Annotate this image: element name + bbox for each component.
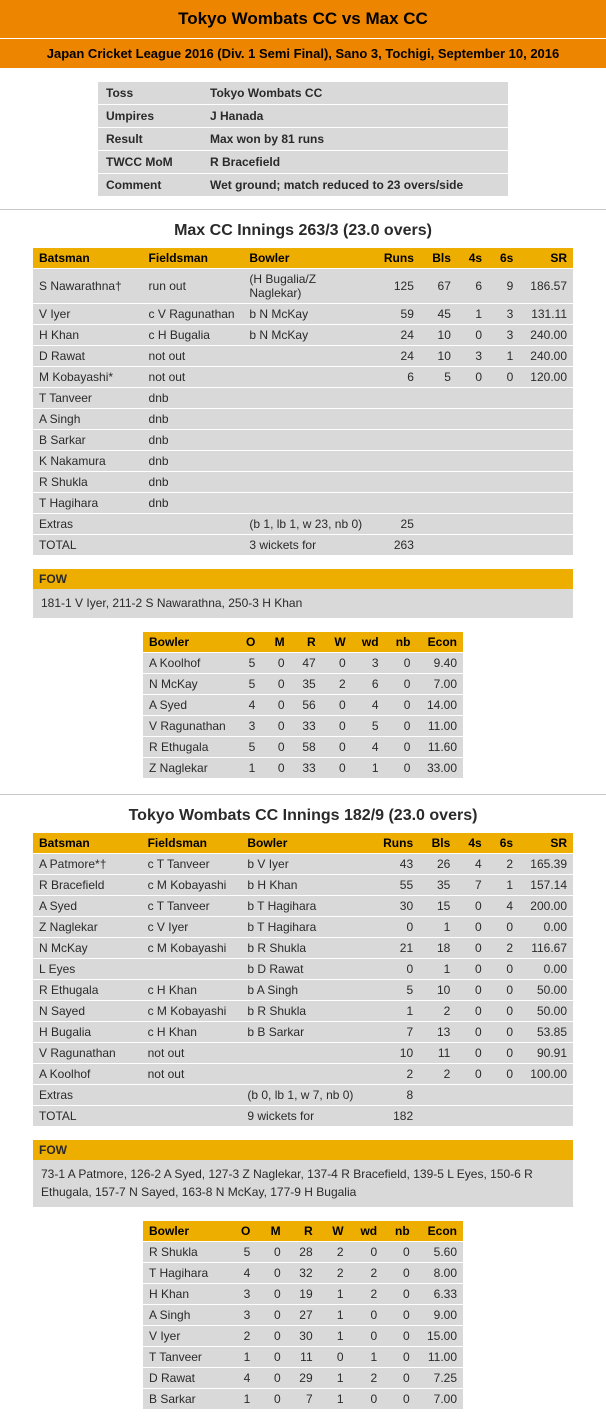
batting-row: K Nakamuradnb (33, 451, 573, 472)
batting-row: N Sayedc M Kobayashib R Shukla120050.00 (33, 1001, 573, 1022)
th-econ: Econ (416, 1221, 463, 1242)
th-sr: SR (519, 248, 573, 269)
th-batsman: Batsman (33, 248, 143, 269)
innings1-title: Max CC Innings 263/3 (23.0 overs) (0, 222, 606, 240)
th-bowler: Bowler (143, 1221, 226, 1242)
match-title: Tokyo Wombats CC vs Max CC (0, 0, 606, 39)
th-wd: wd (352, 632, 385, 653)
bowling-row: R Shukla50282005.60 (143, 1242, 463, 1263)
extras-row: Extras (b 1, lb 1, w 23, nb 0) 25 (33, 514, 573, 535)
info-result-label: Result (98, 128, 202, 151)
th-bowler: Bowler (143, 632, 232, 653)
fow-text: 73-1 A Patmore, 126-2 A Syed, 127-3 Z Na… (39, 1165, 567, 1201)
match-subtitle: Japan Cricket League 2016 (Div. 1 Semi F… (0, 39, 606, 68)
batting-row: A Syedc T Tanveerb T Hagihara301504200.0… (33, 896, 573, 917)
batting-row: A Koolhofnot out2200100.00 (33, 1064, 573, 1085)
bowling-row: D Rawat40291207.25 (143, 1368, 463, 1389)
th-6s: 6s (488, 248, 519, 269)
th-sr: SR (519, 833, 573, 854)
th-4s: 4s (456, 833, 487, 854)
info-toss-label: Toss (98, 82, 202, 105)
total-row: TOTAL 9 wickets for 182 (33, 1106, 573, 1127)
th-runs: Runs (373, 833, 419, 854)
batting-row: A Singhdnb (33, 409, 573, 430)
divider (0, 209, 606, 210)
th-m: M (261, 632, 290, 653)
bowling-row: A Syed405604014.00 (143, 695, 463, 716)
fow-label: FOW (33, 1140, 573, 1160)
batting-row: H Bugaliac H Khanb B Sarkar7130053.85 (33, 1022, 573, 1043)
batting-row: S Nawarathna†run out(H Bugalia/Z Nagleka… (33, 269, 573, 304)
batting-row: L Eyesb D Rawat01000.00 (33, 959, 573, 980)
batting-row: R Shukladnb (33, 472, 573, 493)
fow-text: 181-1 V Iyer, 211-2 S Nawarathna, 250-3 … (39, 594, 567, 612)
batting-row: T Hagiharadnb (33, 493, 573, 514)
bowling-row: V Iyer203010015.00 (143, 1326, 463, 1347)
bowling-row: A Singh30271009.00 (143, 1305, 463, 1326)
innings2-title: Tokyo Wombats CC Innings 182/9 (23.0 ove… (0, 807, 606, 825)
fow-label: FOW (33, 569, 573, 589)
th-m: M (256, 1221, 286, 1242)
info-result: Max won by 81 runs (202, 128, 508, 151)
batting-row: N McKayc M Kobayashib R Shukla211802116.… (33, 938, 573, 959)
th-o: O (226, 1221, 256, 1242)
th-wd: wd (350, 1221, 384, 1242)
batting-row: V Iyerc V Ragunathanb N McKay594513131.1… (33, 304, 573, 325)
th-econ: Econ (416, 632, 463, 653)
info-comment: Wet ground; match reduced to 23 overs/si… (202, 174, 508, 197)
th-6s: 6s (488, 833, 519, 854)
th-bowler: Bowler (241, 833, 373, 854)
bowling-row: N McKay50352607.00 (143, 674, 463, 695)
innings1-fow: FOW 181-1 V Iyer, 211-2 S Nawarathna, 25… (33, 569, 573, 618)
info-mom: R Bracefield (202, 151, 508, 174)
th-batsman: Batsman (33, 833, 142, 854)
th-bls: Bls (420, 248, 457, 269)
th-nb: nb (383, 1221, 416, 1242)
info-umpires-label: Umpires (98, 105, 202, 128)
batting-row: D Rawatnot out241031240.00 (33, 346, 573, 367)
innings2-batting-table: Batsman Fieldsman Bowler Runs Bls 4s 6s … (33, 833, 573, 1126)
info-mom-label: TWCC MoM (98, 151, 202, 174)
th-w: W (322, 632, 352, 653)
th-4s: 4s (457, 248, 488, 269)
info-toss: Tokyo Wombats CC (202, 82, 508, 105)
th-r: R (287, 1221, 319, 1242)
match-info-table: TossTokyo Wombats CC UmpiresJ Hanada Res… (98, 82, 508, 197)
batting-row: R Bracefieldc M Kobayashib H Khan5535711… (33, 875, 573, 896)
batting-row: T Tanveerdnb (33, 388, 573, 409)
th-runs: Runs (374, 248, 420, 269)
bowling-row: B Sarkar1071007.00 (143, 1389, 463, 1410)
th-bowler: Bowler (243, 248, 373, 269)
th-w: W (319, 1221, 350, 1242)
innings1-batting-table: Batsman Fieldsman Bowler Runs Bls 4s 6s … (33, 248, 573, 555)
batting-row: Z Naglekarc V Iyerb T Hagihara01000.00 (33, 917, 573, 938)
th-bls: Bls (419, 833, 456, 854)
info-umpires: J Hanada (202, 105, 508, 128)
th-nb: nb (385, 632, 417, 653)
bowling-row: T Hagihara40322208.00 (143, 1263, 463, 1284)
batting-row: A Patmore*†c T Tanveerb V Iyer432642165.… (33, 854, 573, 875)
batting-row: V Ragunathannot out10110090.91 (33, 1043, 573, 1064)
batting-row: H Khanc H Bugaliab N McKay241003240.00 (33, 325, 573, 346)
bowling-row: Z Naglekar103301033.00 (143, 758, 463, 779)
batting-row: B Sarkardnb (33, 430, 573, 451)
bowling-row: A Koolhof50470309.40 (143, 653, 463, 674)
th-fieldsman: Fieldsman (142, 833, 242, 854)
batting-row: M Kobayashi*not out6500120.00 (33, 367, 573, 388)
bowling-row: H Khan30191206.33 (143, 1284, 463, 1305)
extras-row: Extras (b 0, lb 1, w 7, nb 0) 8 (33, 1085, 573, 1106)
th-o: O (232, 632, 261, 653)
info-comment-label: Comment (98, 174, 202, 197)
total-row: TOTAL 3 wickets for 263 (33, 535, 573, 556)
batting-row: R Ethugalac H Khanb A Singh5100050.00 (33, 980, 573, 1001)
bowling-row: V Ragunathan303305011.00 (143, 716, 463, 737)
innings2-bowling-table: Bowler O M R W wd nb Econ R Shukla502820… (143, 1221, 463, 1409)
th-r: R (291, 632, 322, 653)
innings2-fow: FOW 73-1 A Patmore, 126-2 A Syed, 127-3 … (33, 1140, 573, 1207)
innings1-bowling-table: Bowler O M R W wd nb Econ A Koolhof50470… (143, 632, 463, 778)
bowling-row: T Tanveer101101011.00 (143, 1347, 463, 1368)
divider (0, 794, 606, 795)
bowling-row: R Ethugala505804011.60 (143, 737, 463, 758)
th-fieldsman: Fieldsman (143, 248, 244, 269)
